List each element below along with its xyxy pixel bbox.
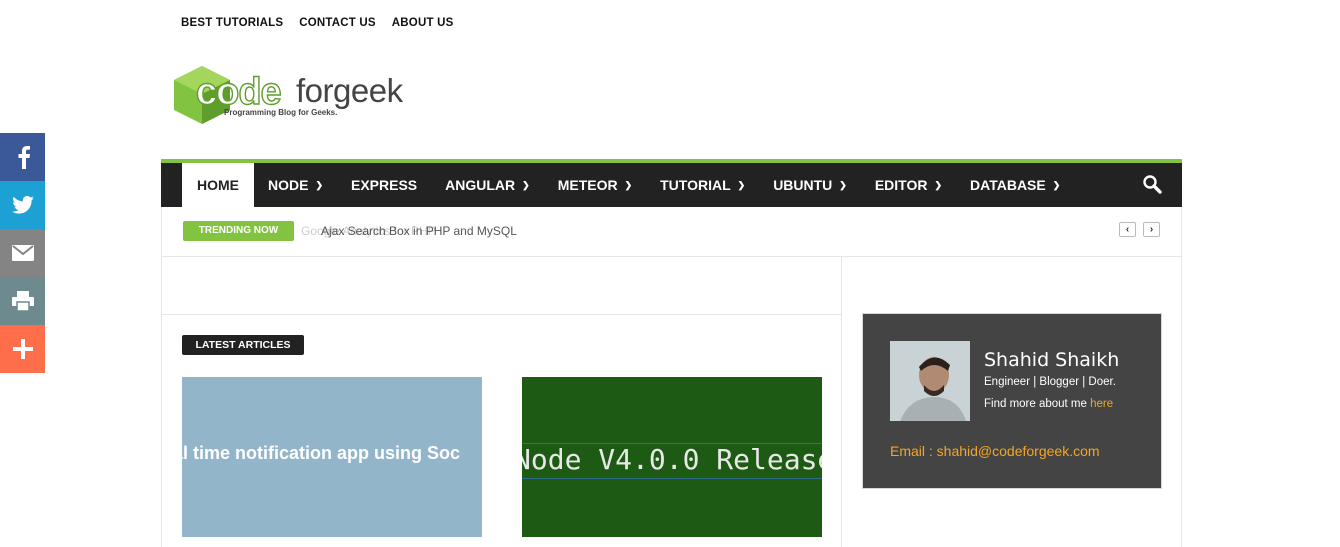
author-role: Engineer | Blogger | Doer.	[984, 376, 1116, 388]
chevron-down-icon: ❯	[1052, 179, 1061, 190]
chevron-left-icon[interactable]: ‹	[1119, 222, 1136, 237]
trending-arrows: ‹ ›	[1119, 222, 1160, 237]
nav-express-label: EXPRESS	[351, 177, 418, 193]
article-thumbnail-text: al time notification app using Soc	[182, 443, 461, 463]
section-divider	[161, 314, 842, 315]
nav-database-label: DATABASE	[970, 177, 1046, 193]
author-more-prefix: Find more about me	[984, 398, 1091, 410]
author-more-link[interactable]: here	[1090, 398, 1113, 410]
top-nav-best-tutorials[interactable]: BEST TUTORIALS	[181, 17, 283, 29]
chevron-down-icon: ❯	[839, 179, 847, 190]
nav-database[interactable]: DATABASE ❯	[956, 163, 1074, 207]
facebook-share-button[interactable]	[0, 133, 45, 181]
nav-angular-label: ANGULAR	[445, 177, 516, 193]
logo-forgeek-text: forgeek	[296, 72, 403, 109]
article-thumbnail-notification-app[interactable]: al time notification app using Soc	[182, 377, 482, 537]
chevron-down-icon: ❯	[737, 179, 746, 190]
main-nav: HOME NODE ❯ EXPRESS ANGULAR ❯ METEOR ❯ TUTO…	[161, 159, 1182, 207]
twitter-share-button[interactable]	[0, 181, 45, 229]
nav-meteor[interactable]: METEOR ❯	[544, 163, 646, 207]
site-logo[interactable]: code forgeek Programming Blog for Geeks.	[172, 64, 432, 124]
chevron-down-icon: ❯	[934, 179, 943, 190]
nav-ubuntu-label: UBUNTU	[773, 177, 833, 193]
trending-headline[interactable]: Ajax Search Box in PHP and MySQL	[321, 224, 517, 238]
chevron-down-icon: ❯	[624, 179, 633, 190]
avatar	[890, 341, 970, 421]
print-share-button[interactable]	[0, 277, 45, 325]
author-widget: Shahid Shaikh Engineer | Blogger | Doer.…	[862, 313, 1162, 489]
author-name: Shahid Shaikh	[984, 349, 1120, 371]
nav-editor[interactable]: EDITOR ❯	[861, 163, 956, 207]
nav-meteor-label: METEOR	[557, 177, 618, 193]
logo-tagline: Programming Blog for Geeks.	[224, 108, 338, 117]
logo-code-text: code	[196, 71, 281, 113]
nav-node[interactable]: NODE ❯	[254, 163, 337, 207]
top-nav: BEST TUTORIALS CONTACT US ABOUT US	[181, 17, 453, 29]
social-share-bar	[0, 133, 45, 373]
author-more: Find more about me here	[984, 398, 1113, 410]
email-share-button[interactable]	[0, 229, 45, 277]
trending-bar: TRENDING NOW Google Analytics for PHP Aj…	[161, 207, 1182, 257]
nav-ubuntu[interactable]: UBUNTU ❯	[759, 163, 861, 207]
top-nav-about-us[interactable]: ABOUT US	[392, 17, 454, 29]
twitter-icon	[11, 196, 34, 214]
more-share-button[interactable]	[0, 325, 45, 373]
nav-tutorial-label: TUTORIAL	[660, 177, 731, 193]
article-thumbnail-node-v4[interactable]: Node V4.0.0 Released	[522, 377, 822, 537]
latest-articles-heading: LATEST ARTICLES	[182, 335, 304, 355]
column-divider	[841, 257, 842, 547]
search-icon[interactable]	[1142, 174, 1162, 194]
email-icon	[11, 245, 34, 261]
chevron-down-icon: ❯	[315, 179, 323, 190]
facebook-icon	[18, 146, 30, 169]
chevron-right-icon[interactable]: ›	[1143, 222, 1160, 237]
nav-express[interactable]: EXPRESS	[337, 163, 431, 207]
trending-badge: TRENDING NOW	[183, 221, 294, 241]
print-icon	[11, 291, 34, 311]
article-thumbnail-text: Node V4.0.0 Released	[522, 443, 822, 476]
nav-home[interactable]: HOME	[182, 163, 254, 207]
nav-editor-label: EDITOR	[874, 177, 928, 193]
nav-tutorial[interactable]: TUTORIAL ❯	[646, 163, 759, 207]
top-nav-contact-us[interactable]: CONTACT US	[299, 17, 376, 29]
nav-angular[interactable]: ANGULAR ❯	[431, 163, 544, 207]
nav-home-label: HOME	[197, 177, 239, 193]
plus-icon	[12, 339, 33, 359]
avatar-photo	[890, 341, 970, 421]
author-email[interactable]: Email : shahid@codeforgeek.com	[890, 443, 1100, 459]
nav-node-label: NODE	[268, 177, 309, 193]
chevron-down-icon: ❯	[522, 179, 530, 190]
